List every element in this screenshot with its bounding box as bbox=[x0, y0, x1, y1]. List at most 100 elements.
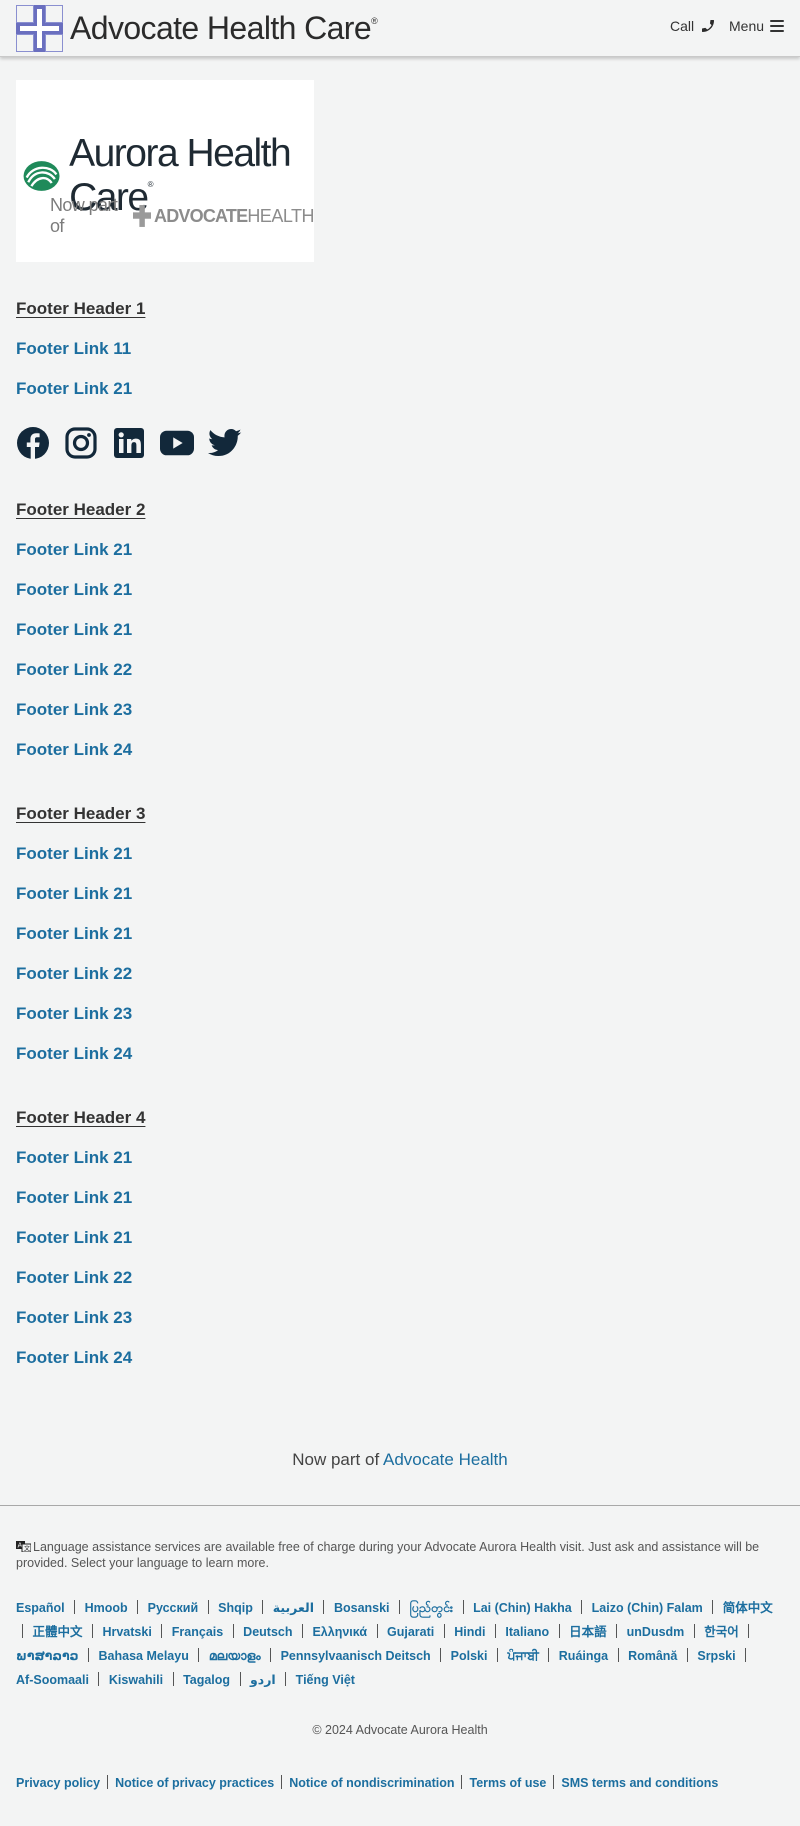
language-link[interactable]: മലയാളം bbox=[209, 1649, 261, 1663]
footer-link[interactable]: Footer Link 11 bbox=[16, 339, 131, 359]
language-link[interactable]: Русский bbox=[148, 1601, 199, 1615]
language-separator bbox=[745, 1648, 747, 1662]
legal-link[interactable]: Privacy policy bbox=[16, 1776, 100, 1790]
footer-link[interactable]: Footer Link 24 bbox=[16, 1044, 132, 1064]
menu-button[interactable]: Menu bbox=[729, 18, 785, 34]
language-link[interactable]: Lai (Chin) Hakha bbox=[473, 1601, 572, 1615]
instagram-icon[interactable] bbox=[64, 426, 98, 460]
language-link[interactable]: 简体中文 bbox=[723, 1601, 773, 1615]
language-link[interactable]: ပြည်တွင်း bbox=[410, 1601, 454, 1615]
language-link[interactable]: Hrvatski bbox=[102, 1625, 151, 1639]
language-separator bbox=[376, 1624, 378, 1638]
language-separator bbox=[91, 1624, 93, 1638]
advocate-health-care-logo[interactable]: Advocate Health Care® bbox=[16, 4, 378, 52]
call-label: Call bbox=[670, 18, 695, 34]
linkedin-icon[interactable] bbox=[112, 426, 146, 460]
language-link[interactable]: Hindi bbox=[454, 1625, 485, 1639]
footer-header-3[interactable]: Footer Header 3 bbox=[16, 804, 145, 824]
legal-separator bbox=[107, 1775, 109, 1789]
language-separator bbox=[262, 1600, 264, 1614]
language-link[interactable]: Tagalog bbox=[183, 1673, 230, 1687]
language-link[interactable]: Tiếng Việt bbox=[296, 1673, 355, 1687]
aurora-health-care-logo[interactable]: Aurora Health Care® Now part of ADVOCATE… bbox=[16, 80, 314, 262]
language-link[interactable]: اردو bbox=[250, 1673, 276, 1687]
language-link[interactable]: 正體中文 bbox=[32, 1625, 82, 1639]
footer-link[interactable]: Footer Link 23 bbox=[16, 1308, 132, 1328]
language-link[interactable]: 한국어 bbox=[704, 1625, 739, 1639]
site-header: Advocate Health Care® Call Menu bbox=[0, 0, 800, 57]
language-separator bbox=[22, 1624, 23, 1638]
footer-link[interactable]: Footer Link 22 bbox=[16, 1268, 132, 1288]
language-link[interactable]: Deutsch bbox=[243, 1625, 292, 1639]
language-link[interactable]: Srpski bbox=[697, 1649, 735, 1663]
footer-link[interactable]: Footer Link 21 bbox=[16, 580, 132, 600]
health-word: HEALTH bbox=[247, 205, 314, 226]
language-link[interactable]: Hmoob bbox=[85, 1601, 128, 1615]
language-link[interactable]: Italiano bbox=[505, 1625, 549, 1639]
footer-link[interactable]: Footer Link 23 bbox=[16, 700, 132, 720]
footer-link[interactable]: Footer Link 21 bbox=[16, 1228, 132, 1248]
legal-separator bbox=[553, 1775, 555, 1789]
language-link[interactable]: Polski bbox=[451, 1649, 488, 1663]
language-separator bbox=[748, 1624, 750, 1638]
brand-name: Advocate Health Care® bbox=[70, 9, 378, 46]
language-link[interactable]: Kiswahili bbox=[109, 1673, 163, 1687]
footer-link[interactable]: Footer Link 21 bbox=[16, 1148, 132, 1168]
language-link[interactable]: 日本語 bbox=[569, 1625, 607, 1639]
call-button[interactable]: Call bbox=[670, 18, 716, 34]
legal-link[interactable]: SMS terms and conditions bbox=[561, 1776, 718, 1790]
footer-link[interactable]: Footer Link 21 bbox=[16, 540, 132, 560]
language-link[interactable]: Af-Soomaali bbox=[16, 1673, 89, 1687]
now-part-of-prefix: Now part of bbox=[292, 1450, 380, 1469]
language-link[interactable]: Shqip bbox=[218, 1601, 253, 1615]
now-part-of-footer: Now part of Advocate Health bbox=[0, 1450, 800, 1470]
footer-link[interactable]: Footer Link 21 bbox=[16, 884, 132, 904]
language-link[interactable]: Ruáinga bbox=[559, 1649, 608, 1663]
language-link[interactable]: Bosanski bbox=[334, 1601, 390, 1615]
legal-link[interactable]: Notice of privacy practices bbox=[115, 1776, 274, 1790]
language-link[interactable]: ਪੰਜਾਬੀ bbox=[507, 1649, 538, 1663]
legal-links: Privacy policy Notice of privacy practice… bbox=[16, 1775, 718, 1790]
language-link[interactable]: Français bbox=[172, 1625, 223, 1639]
language-separator bbox=[686, 1648, 688, 1662]
footer-link[interactable]: Footer Link 24 bbox=[16, 740, 132, 760]
legal-link[interactable]: Notice of nondiscrimination bbox=[289, 1776, 454, 1790]
footer-link[interactable]: Footer Link 21 bbox=[16, 924, 132, 944]
twitter-icon[interactable] bbox=[208, 426, 242, 460]
advocate-health-link[interactable]: Advocate Health bbox=[383, 1450, 508, 1469]
legal-separator bbox=[281, 1775, 283, 1789]
language-link[interactable]: Español bbox=[16, 1601, 65, 1615]
language-link[interactable]: Gujarati bbox=[387, 1625, 434, 1639]
language-separator bbox=[558, 1624, 560, 1638]
footer-link[interactable]: Footer Link 22 bbox=[16, 660, 132, 680]
footer-link[interactable]: Footer Link 21 bbox=[16, 620, 132, 640]
language-link[interactable]: unDusdm bbox=[627, 1625, 685, 1639]
now-part-of-advocate: Now part of ADVOCATE HEALTH bbox=[50, 195, 314, 237]
language-link[interactable]: Pennsylvaanisch Deitsch bbox=[281, 1649, 431, 1663]
footer-link[interactable]: Footer Link 21 bbox=[16, 844, 132, 864]
language-link[interactable]: ພາສາລາວ bbox=[16, 1649, 79, 1663]
footer-header-4[interactable]: Footer Header 4 bbox=[16, 1108, 145, 1128]
social-links bbox=[16, 426, 256, 460]
aurora-swirl-icon bbox=[23, 161, 60, 191]
legal-separator bbox=[461, 1775, 463, 1789]
youtube-icon[interactable] bbox=[160, 426, 194, 460]
language-separator bbox=[462, 1600, 464, 1614]
footer-link[interactable]: Footer Link 23 bbox=[16, 1004, 132, 1024]
language-link[interactable]: Română bbox=[628, 1649, 677, 1663]
footer-link[interactable]: Footer Link 21 bbox=[16, 1188, 132, 1208]
language-link[interactable]: Ελληνικά bbox=[312, 1625, 367, 1639]
footer-link[interactable]: Footer Link 24 bbox=[16, 1348, 132, 1368]
language-link[interactable]: Laizo (Chin) Falam bbox=[592, 1601, 703, 1615]
menu-label: Menu bbox=[729, 18, 765, 34]
language-separator bbox=[239, 1672, 241, 1686]
language-link[interactable]: Bahasa Melayu bbox=[99, 1649, 189, 1663]
footer-header-2[interactable]: Footer Header 2 bbox=[16, 500, 145, 520]
footer-link[interactable]: Footer Link 22 bbox=[16, 964, 132, 984]
language-link[interactable]: العربية bbox=[273, 1601, 314, 1615]
facebook-icon[interactable] bbox=[16, 426, 50, 460]
language-separator bbox=[74, 1600, 76, 1614]
legal-link[interactable]: Terms of use bbox=[469, 1776, 546, 1790]
footer-header-1[interactable]: Footer Header 1 bbox=[16, 299, 145, 319]
footer-link[interactable]: Footer Link 21 bbox=[16, 379, 132, 399]
